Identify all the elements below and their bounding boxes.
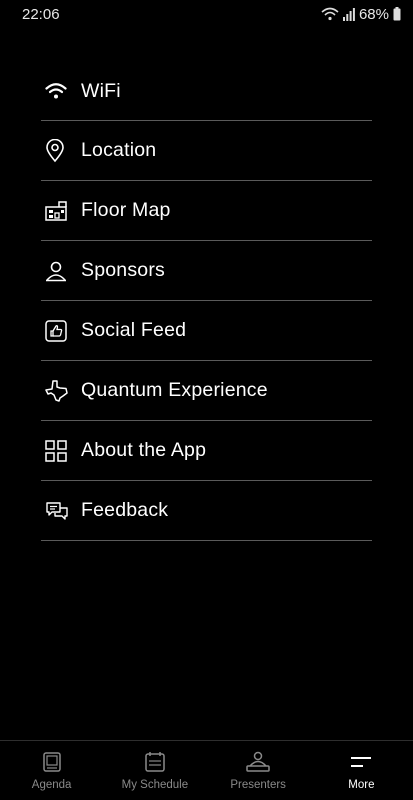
tab-label: Agenda bbox=[31, 779, 72, 791]
bottom-tab-bar: Agenda My Schedule Presenters More bbox=[0, 740, 413, 800]
wifi-icon bbox=[41, 82, 81, 100]
agenda-icon bbox=[42, 751, 62, 773]
texas-map-icon bbox=[41, 379, 81, 402]
menu-item-label: Social Feed bbox=[81, 319, 187, 341]
tab-presenters[interactable]: Presenters bbox=[207, 741, 310, 800]
menu-item-label: Floor Map bbox=[81, 199, 171, 221]
menu-item-location[interactable]: Location bbox=[41, 121, 372, 181]
menu-item-label: Location bbox=[81, 139, 157, 161]
status-icons: 68% bbox=[321, 6, 401, 23]
menu-item-sponsors[interactable]: Sponsors bbox=[41, 241, 372, 301]
menu-item-label: Quantum Experience bbox=[81, 379, 268, 401]
tab-label: My Schedule bbox=[121, 779, 189, 791]
menu-item-wifi[interactable]: WiFi bbox=[41, 62, 372, 121]
tab-label: Presenters bbox=[230, 779, 286, 791]
calendar-icon bbox=[144, 751, 166, 773]
menu-item-social-feed[interactable]: Social Feed bbox=[41, 301, 372, 361]
menu-item-about-the-app[interactable]: About the App bbox=[41, 421, 372, 481]
person-icon bbox=[41, 260, 81, 282]
menu-item-label: Sponsors bbox=[81, 259, 165, 281]
tab-my-schedule[interactable]: My Schedule bbox=[103, 741, 206, 800]
tab-label: More bbox=[348, 779, 375, 791]
grid-icon bbox=[41, 439, 81, 462]
thumbs-up-icon bbox=[41, 319, 81, 342]
status-bar: 22:06 68% bbox=[0, 0, 413, 28]
wifi-status-icon bbox=[321, 7, 339, 21]
location-pin-icon bbox=[41, 138, 81, 163]
battery-icon bbox=[393, 7, 401, 21]
menu-item-floor-map[interactable]: Floor Map bbox=[41, 181, 372, 241]
chat-bubbles-icon bbox=[41, 501, 81, 521]
menu-item-quantum-experience[interactable]: Quantum Experience bbox=[41, 361, 372, 421]
menu-item-label: Feedback bbox=[81, 499, 169, 521]
presenter-icon bbox=[245, 751, 271, 773]
floor-map-icon bbox=[41, 200, 81, 221]
menu-item-feedback[interactable]: Feedback bbox=[41, 481, 372, 541]
menu-item-label: WiFi bbox=[81, 79, 121, 102]
signal-icon bbox=[342, 7, 355, 21]
battery-level: 68% bbox=[358, 5, 389, 23]
tab-more[interactable]: More bbox=[310, 741, 413, 800]
tab-agenda[interactable]: Agenda bbox=[0, 741, 103, 800]
menu-lines-icon bbox=[349, 751, 373, 773]
status-time: 22:06 bbox=[22, 5, 60, 23]
menu-item-label: About the App bbox=[81, 439, 207, 461]
more-menu-list: WiFi Location Floor Map Sponsors Social … bbox=[41, 62, 372, 541]
